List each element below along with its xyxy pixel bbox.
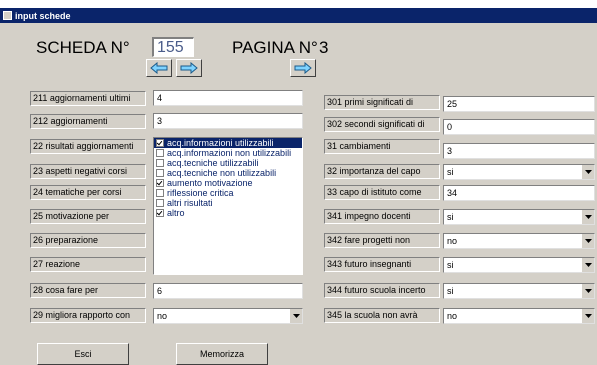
- checkbox[interactable]: [156, 199, 164, 207]
- checklist-item[interactable]: riflessione critica: [154, 188, 302, 198]
- checkbox[interactable]: [156, 179, 164, 187]
- arrow-left-icon: [150, 62, 168, 74]
- checkbox[interactable]: [156, 169, 164, 177]
- select-344[interactable]: si: [443, 283, 595, 299]
- checklist-item-label: acq.informazioni non utilizzabili: [167, 148, 292, 158]
- label-211: 211 aggiornamenti ultimi: [30, 91, 146, 106]
- input-28[interactable]: 6: [153, 283, 303, 299]
- select-343[interactable]: si: [443, 257, 595, 273]
- checklist-item-label: aumento motivazione: [167, 178, 253, 188]
- dropdown-button[interactable]: [289, 309, 302, 323]
- input-211[interactable]: 4: [153, 90, 303, 106]
- previous-scheda-button[interactable]: [146, 59, 172, 77]
- input-schede-window: input schede SCHEDA N° 155 PAGINA N° 3 2…: [0, 8, 597, 365]
- checklist-item[interactable]: acq.tecniche non utilizzabili: [154, 168, 302, 178]
- label-345: 345 la scuola non avrà: [324, 308, 440, 323]
- select-29-value: no: [157, 311, 168, 321]
- window-title: input schede: [15, 10, 71, 21]
- dropdown-button[interactable]: [581, 284, 594, 298]
- checklist-item-label: acq.tecniche utilizzabili: [167, 158, 259, 168]
- chevron-down-icon: [584, 215, 592, 219]
- app-icon: [3, 11, 12, 20]
- checkbox[interactable]: [156, 139, 164, 147]
- select-32[interactable]: si: [443, 164, 595, 180]
- pagina-label: PAGINA N°: [232, 38, 318, 57]
- label-22: 22 risultati aggiornamenti: [30, 139, 146, 154]
- label-29: 29 migliora rapporto con: [30, 308, 146, 323]
- label-302: 302 secondi significati di: [324, 117, 440, 132]
- chevron-down-icon: [584, 239, 592, 243]
- label-24: 24 tematiche per corsi: [30, 185, 146, 200]
- dropdown-button[interactable]: [581, 165, 594, 179]
- next-page-button[interactable]: [290, 59, 316, 77]
- next-scheda-button[interactable]: [176, 59, 202, 77]
- checklist-item-label: acq.tecniche non utilizzabili: [167, 168, 277, 178]
- checklist-item-label: riflessione critica: [167, 188, 234, 198]
- label-28: 28 cosa fare per: [30, 283, 146, 298]
- risultati-checklist[interactable]: acq.informazioni utilizzabili acq.informa…: [153, 137, 303, 275]
- input-302[interactable]: 0: [443, 119, 595, 135]
- label-23: 23 aspetti negativi corsi: [30, 164, 146, 179]
- chevron-down-icon: [584, 314, 592, 318]
- select-29[interactable]: no: [153, 308, 303, 324]
- select-342[interactable]: no: [443, 233, 595, 249]
- select-345-value: no: [447, 311, 458, 321]
- scheda-number-input[interactable]: 155: [152, 37, 194, 57]
- input-33[interactable]: 34: [443, 185, 595, 201]
- checklist-item[interactable]: acq.informazioni non utilizzabili: [154, 148, 302, 158]
- exit-button[interactable]: Esci: [37, 343, 129, 365]
- select-342-value: no: [447, 236, 458, 246]
- label-32: 32 importanza del capo: [324, 164, 440, 179]
- label-212: 212 aggiornamenti: [30, 114, 146, 129]
- checklist-item[interactable]: acq.informazioni utilizzabili: [154, 138, 302, 148]
- label-343: 343 futuro insegnanti: [324, 257, 440, 272]
- dropdown-button[interactable]: [581, 210, 594, 224]
- label-342: 342 fare progetti non: [324, 233, 440, 248]
- input-212[interactable]: 3: [153, 113, 303, 129]
- checklist-item[interactable]: altri risultati: [154, 198, 302, 208]
- arrow-right-icon: [180, 62, 198, 74]
- scheda-label: SCHEDA N°: [36, 38, 130, 57]
- select-343-value: si: [447, 260, 454, 270]
- top-strip: [0, 0, 597, 8]
- label-26: 26 preparazione: [30, 233, 146, 248]
- label-25: 25 motivazione per: [30, 209, 146, 224]
- select-341-value: si: [447, 212, 454, 222]
- label-31: 31 cambiamenti: [324, 139, 440, 154]
- checklist-item-label: altri risultati: [167, 198, 213, 208]
- chevron-down-icon: [584, 263, 592, 267]
- checkbox[interactable]: [156, 189, 164, 197]
- form-area: SCHEDA N° 155 PAGINA N° 3 211 aggiorname…: [0, 23, 597, 365]
- chevron-down-icon: [292, 314, 300, 318]
- checklist-item[interactable]: aumento motivazione: [154, 178, 302, 188]
- chevron-down-icon: [584, 170, 592, 174]
- input-31[interactable]: 3: [443, 143, 595, 159]
- select-341[interactable]: si: [443, 209, 595, 225]
- label-301: 301 primi significati di: [324, 95, 440, 110]
- arrow-right-icon: [294, 62, 312, 74]
- checklist-item[interactable]: altro: [154, 208, 302, 218]
- input-301[interactable]: 25: [443, 96, 595, 112]
- label-344: 344 futuro scuola incerto: [324, 283, 440, 298]
- select-345[interactable]: no: [443, 308, 595, 324]
- label-341: 341 impegno docenti: [324, 209, 440, 224]
- chevron-down-icon: [584, 289, 592, 293]
- checkbox[interactable]: [156, 159, 164, 167]
- checkbox[interactable]: [156, 149, 164, 157]
- select-32-value: si: [447, 167, 454, 177]
- label-33: 33 capo di istituto come: [324, 185, 440, 200]
- dropdown-button[interactable]: [581, 309, 594, 323]
- checkbox[interactable]: [156, 209, 164, 217]
- title-bar: input schede: [0, 8, 597, 23]
- checklist-item[interactable]: acq.tecniche utilizzabili: [154, 158, 302, 168]
- save-button[interactable]: Memorizza: [176, 343, 268, 365]
- label-27: 27 reazione: [30, 257, 146, 272]
- pagina-number: 3: [319, 38, 329, 57]
- dropdown-button[interactable]: [581, 234, 594, 248]
- dropdown-button[interactable]: [581, 258, 594, 272]
- checklist-item-label: acq.informazioni utilizzabili: [167, 138, 274, 148]
- checklist-item-label: altro: [167, 208, 185, 218]
- select-344-value: si: [447, 286, 454, 296]
